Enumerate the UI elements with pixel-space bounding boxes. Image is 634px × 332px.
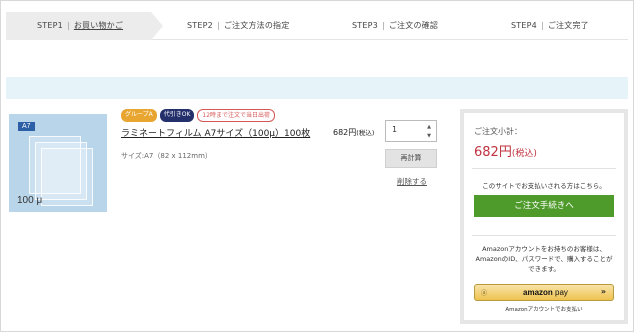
product-image[interactable]: A7 100 μ bbox=[9, 114, 107, 212]
step-2-label: ご注文方法の指定 bbox=[223, 21, 290, 30]
amazon-pay-button[interactable]: ⓐ amazon pay » bbox=[474, 284, 614, 301]
product-price-tax: (税込) bbox=[356, 129, 375, 137]
step-1: STEP1 | お買い物かご bbox=[37, 21, 124, 30]
quantity-stepper: ▲ ▼ bbox=[385, 120, 437, 142]
quantity-input[interactable] bbox=[392, 125, 420, 134]
order-summary-panel: ご注文小計： 682円(税込) このサイトでお支払いされる方はこちら。 ご注文手… bbox=[460, 109, 628, 324]
product-image-thickness: 100 μ bbox=[17, 195, 43, 206]
product-image-size-badge: A7 bbox=[18, 122, 35, 131]
amazon-pay-note: Amazonアカウントをお持ちのお客様は、AmazonのID、パスワードで、購入… bbox=[475, 245, 613, 273]
film-sheet-shape bbox=[41, 148, 93, 206]
quantity-down-icon[interactable]: ▼ bbox=[427, 133, 431, 139]
amazon-brand-text: amazon bbox=[523, 288, 553, 297]
checkout-steps: STEP1 | お買い物かご STEP2 | ご注文方法の指定 STEP3 | ご注文の確認… bbox=[6, 12, 628, 40]
checkout-button[interactable]: ご注文手続きへ bbox=[474, 195, 614, 217]
lock-icon: ⓐ bbox=[481, 290, 488, 297]
subtotal-label: ご注文小計： bbox=[474, 127, 522, 136]
tag-same-day-shipping: 12時まで注文で当日出荷 bbox=[197, 109, 276, 122]
step-1-number: STEP1 bbox=[37, 21, 63, 30]
amazon-pay-logo: amazon pay bbox=[523, 288, 568, 297]
tag-group: グループA bbox=[121, 109, 157, 122]
checkout-note: このサイトでお支払いされる方はこちら。 bbox=[482, 182, 606, 190]
amazon-pay-subtext: Amazonアカウントでお支払い bbox=[505, 307, 583, 313]
step-4-label: ご注文完了 bbox=[547, 21, 589, 30]
step-2-number: STEP2 bbox=[187, 21, 213, 30]
step-1-label[interactable]: お買い物かご bbox=[74, 21, 123, 30]
step-3-label: ご注文の確認 bbox=[388, 21, 439, 30]
product-tags: グループA 代引きOK 12時まで注文で当日出荷 bbox=[121, 109, 276, 122]
step-3: STEP3 | ご注文の確認 bbox=[352, 21, 439, 30]
double-chevron-right-icon: » bbox=[600, 287, 606, 296]
product-price-value: 682円 bbox=[333, 128, 357, 137]
product-name-link[interactable]: ラミネートフィルム A7サイズ（100μ）100枚 bbox=[121, 126, 310, 139]
subtotal-amount: 682円(税込) bbox=[474, 141, 537, 160]
recalculate-button[interactable]: 再計算 bbox=[385, 149, 437, 168]
subtotal-tax: (税込) bbox=[511, 149, 537, 159]
divider bbox=[472, 168, 616, 169]
step-4-number: STEP4 bbox=[511, 21, 537, 30]
amazon-pay-text: pay bbox=[555, 288, 568, 297]
tag-cod-ok: 代引きOK bbox=[159, 109, 195, 122]
divider bbox=[472, 235, 616, 236]
step-4: STEP4 | ご注文完了 bbox=[511, 21, 589, 30]
step-3-number: STEP3 bbox=[352, 21, 378, 30]
info-band bbox=[6, 77, 628, 99]
subtotal-value: 682円 bbox=[474, 145, 512, 160]
product-size: サイズ:A7（82 x 112mm） bbox=[121, 152, 212, 160]
delete-link[interactable]: 削除する bbox=[397, 176, 427, 187]
quantity-up-icon[interactable]: ▲ bbox=[427, 124, 431, 130]
step-2: STEP2 | ご注文方法の指定 bbox=[187, 21, 290, 30]
product-price: 682円(税込) bbox=[333, 127, 374, 138]
